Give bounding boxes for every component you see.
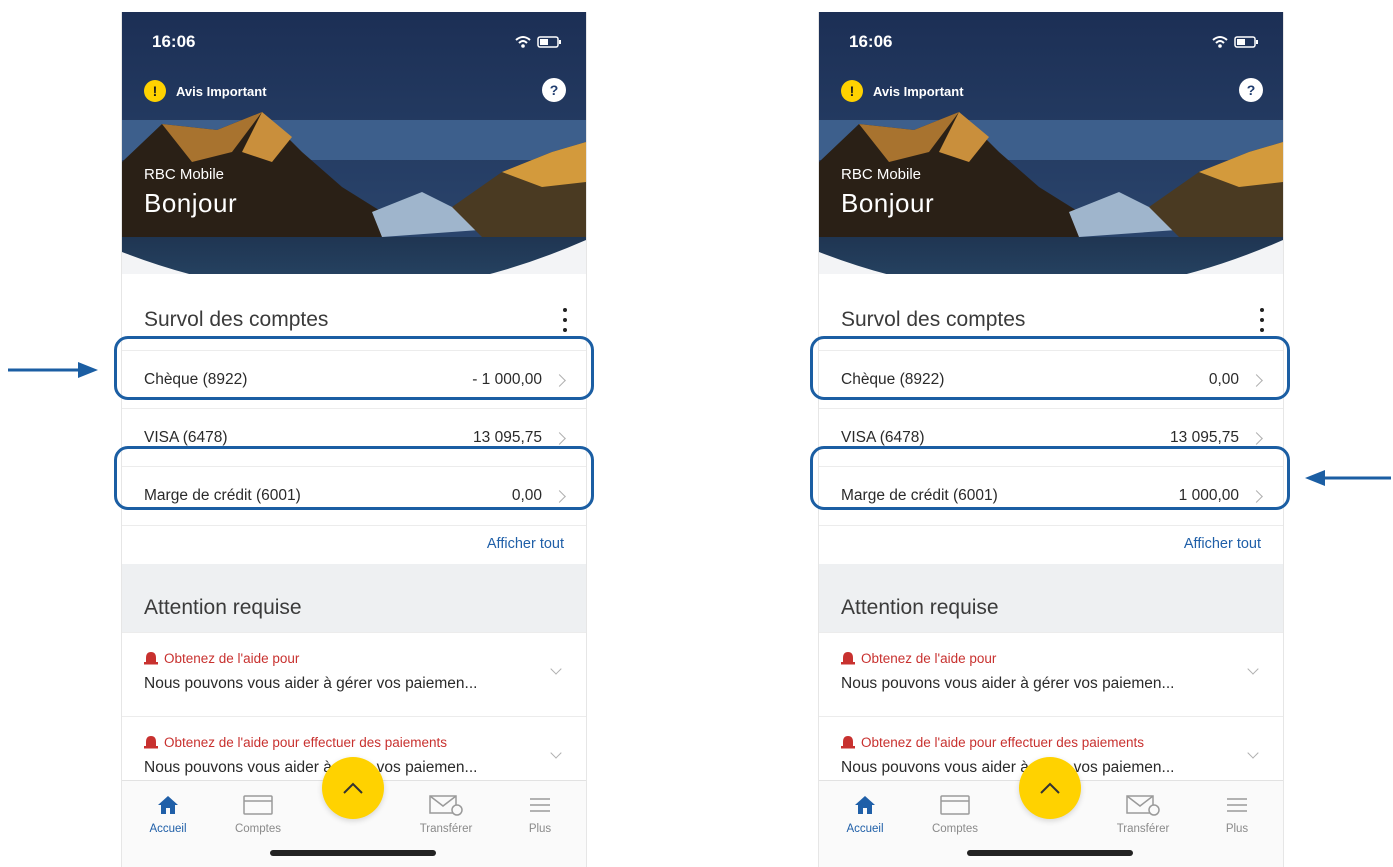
nav-label: Plus — [1225, 823, 1249, 835]
arrow-right-icon — [8, 362, 98, 378]
nav-accounts[interactable]: Comptes — [218, 793, 298, 835]
notice-label: Avis Important — [873, 83, 964, 99]
wifi-battery-icon — [1212, 36, 1258, 48]
alarm-icon — [144, 736, 158, 749]
nav-more[interactable]: Plus — [1197, 793, 1277, 835]
alarm-icon — [841, 652, 855, 665]
status-time: 16:06 — [849, 32, 893, 51]
alert-title: Obtenez de l'aide pour effectuer des pai… — [861, 735, 1145, 750]
account-name: VISA (6478) — [841, 429, 925, 446]
mountain-lake-image — [819, 12, 1283, 312]
accounts-title: Survol des comptes — [144, 308, 329, 331]
attention-title: Attention requise — [144, 596, 302, 619]
alert-description: Nous pouvons vous aider à gérer vos paie… — [144, 759, 478, 776]
greeting: Bonjour — [841, 188, 935, 218]
nav-more[interactable]: Plus — [500, 793, 580, 835]
alert-title: Obtenez de l'aide pour — [861, 651, 997, 666]
header-hero: 16:06 ! Avis Important ? RBC Mobile Bonj… — [122, 12, 586, 312]
highlight-chequing-after — [810, 336, 1290, 400]
card-icon — [243, 795, 273, 815]
mountain-lake-image — [122, 12, 586, 312]
home-indicator — [270, 850, 436, 856]
chevron-down-icon[interactable] — [550, 663, 562, 675]
accounts-overview: Survol des comptes Chèque (8922) 0,00 VI… — [819, 274, 1283, 564]
attention-header: Attention requise — [819, 564, 1283, 632]
nav-accounts[interactable]: Comptes — [915, 793, 995, 835]
chevron-right-icon — [1250, 431, 1263, 445]
nav-label: Plus — [528, 823, 552, 835]
quick-actions-button[interactable] — [1019, 757, 1081, 819]
chevron-up-icon — [343, 782, 363, 794]
home-icon — [855, 796, 875, 814]
important-notice-link[interactable]: ! Avis Important — [841, 80, 964, 102]
alert-item[interactable]: Obtenez de l'aide pour Nous pouvons vous… — [819, 632, 1283, 717]
nav-transfer[interactable]: Transférer — [406, 793, 486, 835]
arrow-left-icon — [1305, 470, 1391, 486]
chevron-up-icon — [1040, 782, 1060, 794]
account-name: VISA (6478) — [144, 429, 228, 446]
alert-description: Nous pouvons vous aider à gérer vos paie… — [841, 759, 1175, 776]
attention-header: Attention requise — [122, 564, 586, 632]
quick-actions-button[interactable] — [322, 757, 384, 819]
nav-label: Transférer — [419, 823, 473, 835]
alert-description: Nous pouvons vous aider à gérer vos paie… — [144, 675, 478, 692]
chevron-right-icon — [553, 431, 566, 445]
chevron-down-icon[interactable] — [1247, 663, 1259, 675]
menu-icon — [1227, 798, 1247, 812]
greeting: Bonjour — [144, 188, 238, 218]
warning-icon: ! — [144, 80, 166, 102]
nav-label: Accueil — [149, 823, 187, 835]
menu-icon — [530, 798, 550, 812]
alert-title: Obtenez de l'aide pour effectuer des pai… — [164, 735, 448, 750]
highlight-credit-line-after — [810, 446, 1290, 510]
important-notice-link[interactable]: ! Avis Important — [144, 80, 267, 102]
help-icon[interactable]: ? — [542, 78, 566, 102]
phone-screen-before: 16:06 ! Avis Important ? RBC Mobile Bonj… — [121, 12, 587, 867]
highlight-credit-line-before — [114, 446, 594, 510]
account-balance: 13 095,75 — [1170, 429, 1239, 446]
wifi-battery-icon — [515, 36, 561, 48]
nav-label: Comptes — [931, 823, 979, 835]
warning-icon: ! — [841, 80, 863, 102]
header-hero: 16:06 ! Avis Important ? RBC Mobile Bonj… — [819, 12, 1283, 312]
chevron-down-icon[interactable] — [1247, 747, 1259, 759]
accounts-title: Survol des comptes — [841, 308, 1026, 331]
nav-home[interactable]: Accueil — [825, 793, 905, 835]
notice-label: Avis Important — [176, 83, 267, 99]
status-time: 16:06 — [152, 32, 196, 51]
home-indicator — [967, 850, 1133, 856]
help-icon[interactable]: ? — [1239, 78, 1263, 102]
alert-title: Obtenez de l'aide pour — [164, 651, 300, 666]
more-options-icon[interactable] — [562, 308, 568, 332]
show-all-link[interactable]: Afficher tout — [487, 536, 564, 552]
nav-label: Comptes — [234, 823, 282, 835]
account-balance: 13 095,75 — [473, 429, 542, 446]
envelope-money-icon — [1126, 795, 1160, 816]
alarm-icon — [841, 736, 855, 749]
nav-transfer[interactable]: Transférer — [1103, 793, 1183, 835]
brand-name: RBC Mobile — [841, 166, 922, 183]
phone-screen-after: 16:06 ! Avis Important ? RBC Mobile Bonj… — [818, 12, 1284, 867]
nav-label: Transférer — [1116, 823, 1170, 835]
envelope-money-icon — [429, 795, 463, 816]
brand-name: RBC Mobile — [144, 166, 225, 183]
card-icon — [940, 795, 970, 815]
more-options-icon[interactable] — [1259, 308, 1265, 332]
chevron-down-icon[interactable] — [550, 747, 562, 759]
show-all-link[interactable]: Afficher tout — [1184, 536, 1261, 552]
nav-label: Accueil — [846, 823, 884, 835]
alarm-icon — [144, 652, 158, 665]
alert-description: Nous pouvons vous aider à gérer vos paie… — [841, 675, 1175, 692]
highlight-chequing-before — [114, 336, 594, 400]
accounts-overview: Survol des comptes Chèque (8922) - 1 000… — [122, 274, 586, 564]
attention-title: Attention requise — [841, 596, 999, 619]
nav-home[interactable]: Accueil — [128, 793, 208, 835]
home-icon — [158, 796, 178, 814]
alert-item[interactable]: Obtenez de l'aide pour Nous pouvons vous… — [122, 632, 586, 717]
